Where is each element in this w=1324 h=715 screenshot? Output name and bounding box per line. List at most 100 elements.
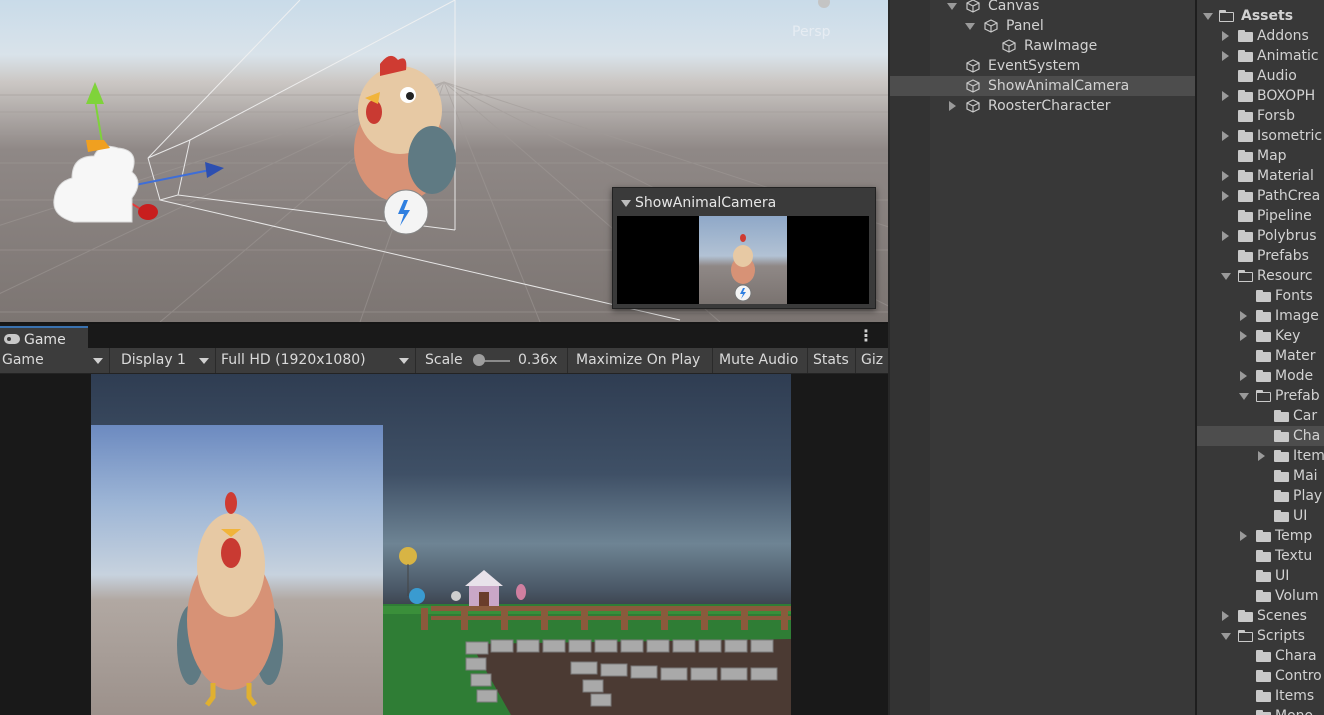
collapse-arrow-icon[interactable]	[1222, 171, 1229, 181]
folder-icon	[1238, 190, 1253, 202]
project-folder-item[interactable]: Mai	[1197, 466, 1324, 486]
tab-game-label: Game	[24, 332, 66, 348]
hierarchy-item[interactable]: ShowAnimalCamera	[890, 76, 1196, 96]
hierarchy-item-label: RoosterCharacter	[988, 98, 1111, 114]
project-folder-item[interactable]: Items	[1197, 686, 1324, 706]
collapse-arrow-icon[interactable]	[949, 101, 956, 111]
folder-icon	[1238, 610, 1253, 622]
project-folder-item[interactable]: Item	[1197, 446, 1324, 466]
project-folder-item[interactable]: Chara	[1197, 646, 1324, 666]
project-folder-item[interactable]: Play	[1197, 486, 1324, 506]
gameobject-cube-icon	[1002, 39, 1016, 53]
project-folder-item[interactable]: Map	[1197, 146, 1324, 166]
project-root-label: Assets	[1241, 8, 1294, 24]
hierarchy-item[interactable]: Panel	[890, 16, 1196, 36]
scene-view[interactable]: Persp ShowAnimalCamera	[0, 0, 888, 322]
camera-preview-title[interactable]: ShowAnimalCamera	[613, 188, 875, 216]
project-folder-item[interactable]: Audio	[1197, 66, 1324, 86]
collapse-arrow-icon[interactable]	[1222, 611, 1229, 621]
rooster-ui-render	[177, 492, 283, 707]
project-folder-item[interactable]: Cha	[1197, 426, 1324, 446]
gamepad-icon	[4, 334, 20, 344]
maximize-on-play-toggle[interactable]: Maximize On Play	[570, 348, 713, 373]
project-root-assets[interactable]: Assets	[1197, 6, 1324, 26]
hierarchy-item[interactable]: RoosterCharacter	[890, 96, 1196, 116]
gizmos-dropdown[interactable]: Giz	[856, 348, 888, 373]
folder-icon	[1238, 150, 1253, 162]
project-folder-item[interactable]: Mono	[1197, 706, 1324, 715]
project-folder-label: Material	[1257, 168, 1314, 184]
hierarchy-item[interactable]: Canvas	[890, 0, 1196, 16]
scale-label: Scale	[425, 352, 463, 368]
view-mode-dropdown[interactable]: Game	[0, 348, 110, 373]
folder-icon	[1274, 490, 1289, 502]
expand-arrow-icon[interactable]	[1221, 633, 1231, 640]
project-folder-item[interactable]: Isometric	[1197, 126, 1324, 146]
project-folder-item[interactable]: Contro	[1197, 666, 1324, 686]
project-folder-label: Animatic	[1257, 48, 1319, 64]
project-folder-item[interactable]: Resourc	[1197, 266, 1324, 286]
project-folder-item[interactable]: Forsb	[1197, 106, 1324, 126]
project-folder-item[interactable]: Mater	[1197, 346, 1324, 366]
collapse-arrow-icon[interactable]	[1240, 531, 1247, 541]
folder-icon	[1274, 430, 1289, 442]
folder-icon	[1238, 210, 1253, 222]
more-options-icon[interactable]: ⋮	[858, 328, 874, 344]
collapse-arrow-icon[interactable]	[1240, 311, 1247, 321]
collapse-arrow-icon[interactable]	[1222, 231, 1229, 241]
hierarchy-item[interactable]: EventSystem	[890, 56, 1196, 76]
project-folder-item[interactable]: Polybrus	[1197, 226, 1324, 246]
game-tab-bar: Game ⋮	[0, 322, 888, 350]
mute-audio-toggle[interactable]: Mute Audio	[713, 348, 808, 373]
tab-game[interactable]: Game	[0, 326, 88, 350]
collapse-arrow-icon[interactable]	[1222, 131, 1229, 141]
project-folder-label: Volum	[1275, 588, 1319, 604]
project-folder-item[interactable]: Fonts	[1197, 286, 1324, 306]
expand-arrow-icon[interactable]	[947, 3, 957, 10]
project-folder-label: Map	[1257, 148, 1287, 164]
project-folder-item[interactable]: UI	[1197, 506, 1324, 526]
folder-icon	[1256, 350, 1271, 362]
collapse-arrow-icon[interactable]	[1240, 371, 1247, 381]
project-folder-item[interactable]: PathCrea	[1197, 186, 1324, 206]
project-folder-item[interactable]: Car	[1197, 406, 1324, 426]
expand-arrow-icon[interactable]	[1203, 13, 1213, 20]
collapse-arrow-icon[interactable]	[1222, 91, 1229, 101]
project-folder-item[interactable]: Pipeline	[1197, 206, 1324, 226]
project-folder-item[interactable]: Image	[1197, 306, 1324, 326]
project-folder-item[interactable]: Prefab	[1197, 386, 1324, 406]
folder-icon	[1256, 570, 1271, 582]
project-folder-item[interactable]: Textu	[1197, 546, 1324, 566]
project-folder-item[interactable]: UI	[1197, 566, 1324, 586]
collapse-arrow-icon[interactable]	[1240, 331, 1247, 341]
hierarchy-item[interactable]: RawImage	[890, 36, 1196, 56]
project-folder-item[interactable]: BOXOPH	[1197, 86, 1324, 106]
project-folder-item[interactable]: Scripts	[1197, 626, 1324, 646]
project-folder-label: Audio	[1257, 68, 1297, 84]
folder-icon	[1238, 170, 1253, 182]
collapse-arrow-icon[interactable]	[1258, 451, 1265, 461]
expand-arrow-icon[interactable]	[1239, 393, 1249, 400]
gameobject-cube-icon	[966, 79, 980, 93]
perspective-label[interactable]: Persp	[792, 24, 831, 40]
collapse-arrow-icon[interactable]	[1222, 31, 1229, 41]
project-folder-item[interactable]: Volum	[1197, 586, 1324, 606]
stats-toggle[interactable]: Stats	[808, 348, 856, 373]
display-dropdown[interactable]: Display 1	[112, 348, 216, 373]
collapse-arrow-icon[interactable]	[1222, 51, 1229, 61]
folder-open-icon	[1256, 390, 1271, 402]
collapse-arrow-icon[interactable]	[1222, 191, 1229, 201]
expand-arrow-icon[interactable]	[965, 23, 975, 30]
resolution-dropdown[interactable]: Full HD (1920x1080)	[216, 348, 416, 373]
project-folder-item[interactable]: Addons	[1197, 26, 1324, 46]
project-folder-item[interactable]: Animatic	[1197, 46, 1324, 66]
project-folder-item[interactable]: Key	[1197, 326, 1324, 346]
project-folder-item[interactable]: Scenes	[1197, 606, 1324, 626]
project-folder-label: Item	[1293, 448, 1324, 464]
project-folder-item[interactable]: Temp	[1197, 526, 1324, 546]
project-folder-item[interactable]: Material	[1197, 166, 1324, 186]
folder-icon	[1238, 30, 1253, 42]
expand-arrow-icon[interactable]	[1221, 273, 1231, 280]
project-folder-item[interactable]: Prefabs	[1197, 246, 1324, 266]
project-folder-item[interactable]: Mode	[1197, 366, 1324, 386]
